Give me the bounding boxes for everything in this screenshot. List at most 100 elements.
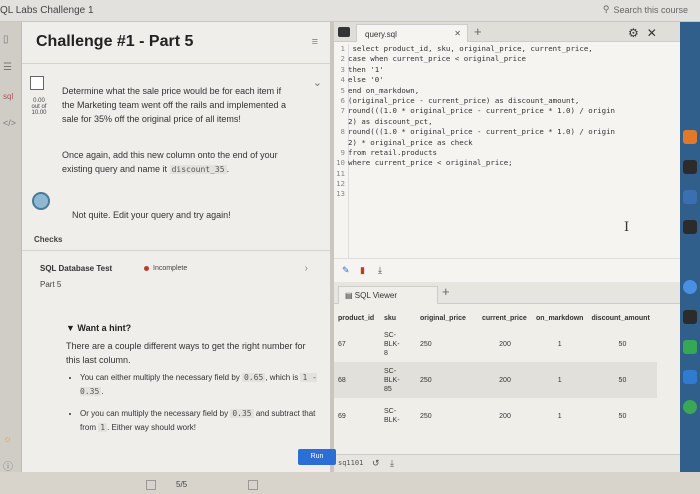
results-table: product_id sku original_price current_price… [334,310,658,434]
column-header[interactable]: current_price [478,310,532,326]
chevron-right-icon[interactable]: › [305,263,308,274]
sun-icon[interactable]: ☼ [3,434,12,445]
table-cell-original-price: 250 [416,362,478,398]
task-description: Determine what the sale price would be f… [62,86,286,124]
code-line[interactable]: 3 then '1' [334,65,680,75]
table-cell-sku: SC- BLK- 8 [384,331,400,357]
code-line[interactable]: 2) as discount_pct, [334,117,680,127]
line-number: 10 [336,158,345,168]
code-line[interactable]: 2 case when current_price < original_pric… [334,54,680,64]
app-icon-green[interactable] [683,400,697,414]
hint-bullet-2-text: Or you can multiply the necessary field … [80,409,229,418]
menu-icon[interactable]: ☰ [3,62,12,73]
sql-icon[interactable]: sql [3,92,13,101]
app-icon-circle[interactable] [683,280,697,294]
app-icon-dark[interactable] [683,160,697,174]
app-icon-blue-2[interactable] [683,370,697,384]
pencil-icon[interactable]: ✎ [342,265,350,276]
editor-toolbar: ✎ ▮ ⤓ [334,258,680,282]
line-number: 6 [340,95,345,105]
divider [22,250,330,251]
hint-list: You can either multiply the necessary fi… [80,371,320,443]
course-search[interactable]: ⚲ Search this course [603,4,688,15]
tab-query-sql[interactable]: query.sql ✕ [356,24,468,42]
prev-page-button[interactable] [146,480,156,490]
checks-label: Checks [34,235,63,244]
close-tab-icon[interactable]: ✕ [454,29,461,38]
query-name: sq1101 [338,459,364,467]
code-line[interactable]: 4 else '0' [334,75,680,85]
status-dot-icon [144,266,149,271]
column-header[interactable]: original_price [416,310,478,326]
code-line[interactable]: 6 (original_price - current_price) as dis… [334,96,680,106]
column-header[interactable]: on_markdown [532,310,587,326]
task-checkbox[interactable] [30,76,44,90]
close-icon[interactable]: ✕ [647,26,657,40]
hint-bullet-2: Or you can multiply the necessary field … [80,407,320,435]
app-title: QL Labs Challenge 1 [0,5,94,16]
column-header[interactable]: discount_amount [587,310,657,326]
add-tab-button[interactable]: + [474,24,482,39]
chevron-down-icon[interactable]: ⌄ [313,76,322,89]
sql-editor[interactable]: query.sql ✕ + 1 select product_id, sku, … [334,22,680,258]
code-line[interactable]: 13 [334,189,680,199]
folder-icon[interactable] [338,27,350,37]
line-text: 2) * original_price as check [348,137,473,147]
next-page-button[interactable] [248,480,258,490]
line-text: case when current_price < original_price [348,54,526,64]
app-icon-dark-2[interactable] [683,220,697,234]
results-tabs: ▤ SQL Viewer + [334,282,680,304]
code-line[interactable]: 10 where current_price < original_price; [334,158,680,168]
add-result-tab-button[interactable]: + [442,284,450,299]
sidebar-toggle-icon[interactable]: ▯ [3,34,9,45]
app-icon-dark-3[interactable] [683,310,697,324]
table-cell-discount-amount: 50 [618,412,627,420]
run-button[interactable]: Run [298,449,336,465]
table-cell-sku: SC- BLK- [384,408,400,424]
code-line[interactable]: 11 [334,169,680,179]
tab-sql-viewer[interactable]: ▤ SQL Viewer [338,286,438,304]
page-title: Challenge #1 - Part 5 [36,33,194,50]
help-icon[interactable]: ⓘ [3,458,13,473]
drag-handle-icon[interactable]: ≡ [312,36,318,48]
download-icon[interactable]: ⤓ [378,265,382,276]
line-text: 2) as discount_pct, [348,116,433,126]
line-text: (original_price - current_price) as disc… [348,95,580,105]
line-text: round(((1.0 * original_price - current_p… [348,106,615,116]
drive-icon[interactable] [683,340,697,354]
line-number: 1 [340,44,345,53]
line-text: then '1' [348,64,384,74]
hint-toggle[interactable]: ▼ Want a hint? [66,323,131,333]
column-header[interactable]: sku [380,310,416,326]
robot-avatar-icon [32,192,50,210]
task-instruction: Once again, add this new column onto the… [62,150,278,174]
table-cell-on-markdown: 1 [532,362,588,398]
table-row: 68 SC- BLK- 85 250 200 1 50 [334,362,658,398]
refresh-icon[interactable]: ↺ [372,458,380,469]
line-number: 13 [336,189,345,199]
table-cell-sku: SC- BLK- 85 [380,362,416,398]
delete-icon[interactable]: ▮ [360,265,365,276]
code-line[interactable]: 9 from retail.products [334,148,680,158]
challenge-panel: Challenge #1 - Part 5 ≡ 0.00 out of 10.0… [22,22,330,490]
table-cell-product-id: 69 [338,412,346,420]
code-line[interactable]: 12 [334,179,680,189]
code-line[interactable]: 5 end on_markdown, [334,86,680,96]
code-line[interactable]: 8 round(((1.0 * original_price - current_… [334,127,680,137]
column-header[interactable]: product_id [334,310,380,326]
settings-icon[interactable]: ⚙ [628,26,639,40]
database-test-item[interactable]: SQL Database Test Incomplete Part 5 › [22,258,330,300]
app-icon-blue[interactable] [683,190,697,204]
export-icon[interactable]: ⤓ [390,458,394,469]
code-line[interactable]: 7 round(((1.0 * original_price - current_… [334,106,680,116]
code-line[interactable]: 2) * original_price as check [334,138,680,148]
line-text: select product_id, sku, original_price, … [348,44,593,53]
line-number: 7 [340,106,345,116]
text-cursor-icon: I [624,220,630,235]
code-line[interactable]: 1 select product_id, sku, original_price… [334,44,680,54]
line-text: round(((1.0 * original_price - current_p… [348,127,615,137]
app-icon-orange[interactable] [683,130,697,144]
code-icon[interactable]: </> [3,118,16,128]
score-display: 0.00 out of 10.00 [24,98,54,116]
hint-text: There are a couple different ways to get… [66,341,306,365]
